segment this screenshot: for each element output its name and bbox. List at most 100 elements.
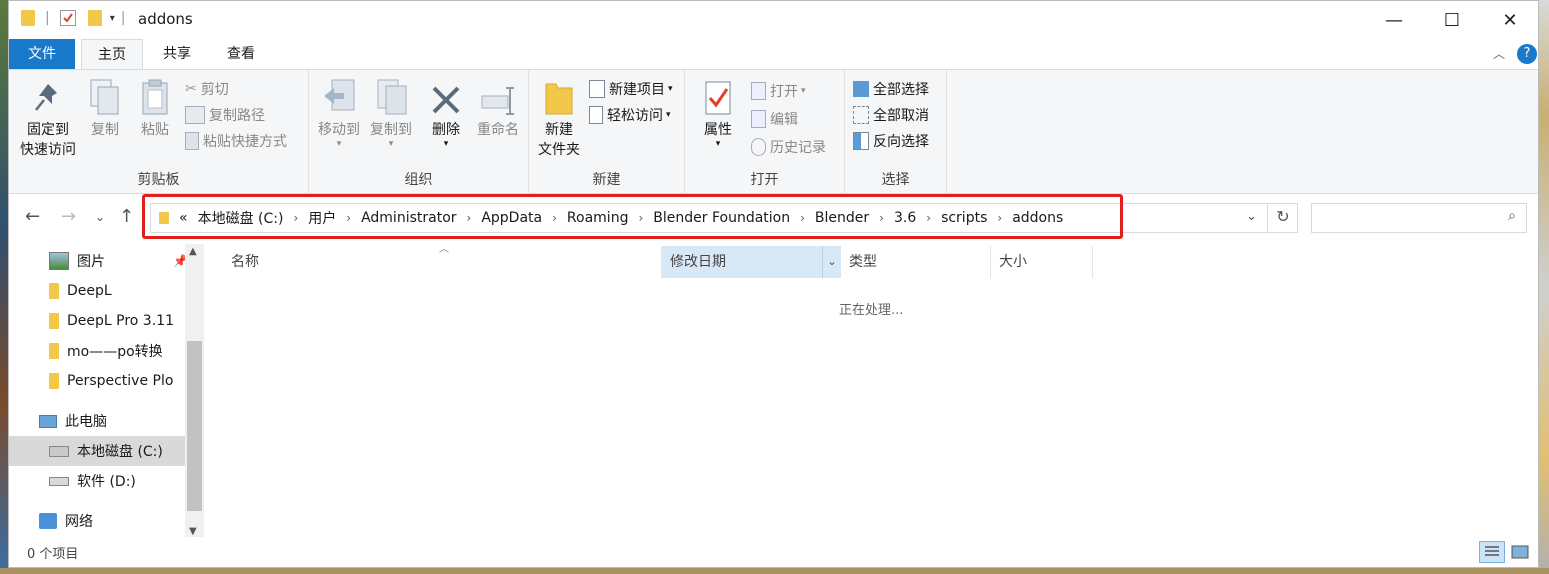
- column-header-name[interactable]: 名称: [231, 246, 661, 278]
- nav-scrollbar[interactable]: ▲ ▼: [185, 244, 204, 539]
- paste-button[interactable]: 粘贴: [133, 78, 177, 140]
- details-view-icon[interactable]: [1479, 541, 1505, 563]
- scroll-down-icon[interactable]: ▼: [189, 526, 197, 537]
- select-all-label: 全部选择: [873, 82, 929, 98]
- nav-item-deepl[interactable]: DeepL: [49, 278, 112, 304]
- open-button[interactable]: 打开 ▾: [751, 80, 806, 102]
- history-button[interactable]: 历史记录: [751, 136, 826, 158]
- new-group-label: 新建: [592, 172, 621, 188]
- delete-button[interactable]: 删除 ▾: [425, 78, 467, 149]
- scroll-up-icon[interactable]: ▲: [189, 246, 197, 257]
- close-button[interactable]: ✕: [1481, 1, 1539, 39]
- new-folder-button[interactable]: 新建 文件夹: [533, 78, 585, 160]
- rename-label: 重命名: [477, 122, 519, 138]
- properties-icon[interactable]: [59, 10, 76, 26]
- refresh-icon[interactable]: ↻: [1267, 203, 1298, 233]
- select-all-icon: [853, 81, 869, 97]
- drive-d-icon: [49, 476, 69, 486]
- rename-button[interactable]: 重命名: [471, 78, 525, 140]
- move-to-icon: [321, 78, 357, 116]
- select-group-label: 选择: [881, 172, 910, 188]
- forward-arrow-icon[interactable]: →: [61, 206, 76, 227]
- nav-item-label: mo——po转换: [67, 344, 163, 360]
- ribbon: 固定到 快速访问 复制 粘贴 ✂ 剪切 复制路径 粘贴快捷方式 剪贴板 移动到 …: [9, 69, 1538, 194]
- nav-item-drive-d[interactable]: 软件 (D:): [49, 468, 136, 494]
- search-icon: ⌕: [1508, 208, 1516, 224]
- pin-label: 固定到: [27, 122, 69, 138]
- recent-locations-icon[interactable]: ⌄: [95, 210, 105, 224]
- nav-item-this-pc[interactable]: 此电脑: [39, 408, 107, 434]
- tab-file[interactable]: 文件: [9, 39, 75, 69]
- dropdown-arrow-icon: ▾: [801, 86, 806, 96]
- desktop-left-edge: [0, 0, 8, 574]
- pin-to-quick-access-button[interactable]: 固定到 快速访问: [17, 78, 79, 160]
- properties-icon: [700, 78, 736, 116]
- help-icon[interactable]: ?: [1517, 44, 1537, 64]
- paste-shortcut-button[interactable]: 粘贴快捷方式: [185, 130, 287, 152]
- chevron-down-icon[interactable]: ⌄: [822, 246, 841, 278]
- invert-selection-button[interactable]: 反向选择: [853, 130, 929, 152]
- move-to-button[interactable]: 移动到 ▾: [313, 78, 365, 149]
- ribbon-tabs: 文件 主页 共享 查看 ︿ ?: [9, 39, 1538, 69]
- paste-icon: [137, 78, 173, 116]
- navigation-pane: 图片 📌 DeepL DeepL Pro 3.11 mo——po转换 Persp…: [9, 244, 205, 539]
- nav-item-mo-po[interactable]: mo——po转换: [49, 338, 163, 364]
- easy-access-icon: [589, 106, 603, 124]
- collapse-ribbon-icon[interactable]: ︿: [1493, 45, 1505, 62]
- scrollbar-thumb[interactable]: [187, 341, 202, 511]
- new-item-label: 新建项目: [609, 82, 665, 98]
- nav-item-deepl-pro[interactable]: DeepL Pro 3.11: [49, 308, 174, 334]
- clipboard-group-label: 剪贴板: [137, 172, 180, 188]
- open-group-label: 打开: [750, 172, 779, 188]
- paste-label: 粘贴: [141, 122, 169, 138]
- copy-to-button[interactable]: 复制到 ▾: [365, 78, 417, 149]
- clipboard-group: 固定到 快速访问 复制 粘贴 ✂ 剪切 复制路径 粘贴快捷方式 剪贴板: [9, 70, 309, 193]
- up-arrow-icon[interactable]: ↑: [119, 206, 134, 227]
- folder-icon: [49, 343, 59, 359]
- computer-icon: [39, 414, 57, 428]
- edit-button[interactable]: 编辑: [751, 108, 798, 130]
- column-header-type[interactable]: 类型: [849, 246, 991, 278]
- nav-item-drive-c[interactable]: 本地磁盘 (C:): [49, 438, 163, 464]
- large-icons-view-icon[interactable]: [1509, 542, 1531, 562]
- copy-to-label: 复制到: [370, 122, 412, 138]
- search-input[interactable]: ⌕: [1311, 203, 1527, 233]
- address-dropdown-icon[interactable]: ⌄: [1246, 209, 1257, 224]
- invert-selection-label: 反向选择: [873, 134, 929, 150]
- nav-item-perspective[interactable]: Perspective Plo: [49, 368, 185, 394]
- copy-label: 复制: [91, 122, 119, 138]
- cut-button[interactable]: ✂ 剪切: [185, 78, 229, 100]
- folder-icon: [21, 10, 35, 26]
- file-list: ︿ 名称 修改日期 ⌄ 类型 大小 正在处理...: [205, 244, 1539, 539]
- new-folder-icon[interactable]: [87, 10, 102, 26]
- tab-share[interactable]: 共享: [149, 39, 205, 69]
- back-arrow-icon[interactable]: ←: [25, 206, 40, 227]
- copy-button[interactable]: 复制: [83, 78, 127, 140]
- customize-toolbar-icon[interactable]: ▾: [110, 13, 115, 24]
- select-group: 全部选择 全部取消 反向选择 选择: [845, 70, 947, 193]
- tab-view[interactable]: 查看: [213, 39, 269, 69]
- select-none-button[interactable]: 全部取消: [853, 104, 929, 126]
- column-header-modified[interactable]: 修改日期 ⌄: [661, 246, 841, 278]
- toolbar-divider: |: [45, 10, 50, 26]
- copy-path-button[interactable]: 复制路径: [185, 104, 265, 126]
- column-header-label: 修改日期: [670, 254, 726, 270]
- new-item-button[interactable]: 新建项目 ▾: [589, 78, 673, 100]
- properties-button[interactable]: 属性 ▾: [697, 78, 739, 149]
- select-all-button[interactable]: 全部选择: [853, 78, 929, 100]
- dropdown-arrow-icon: ▾: [443, 139, 449, 149]
- nav-item-label: 图片: [77, 254, 105, 270]
- open-icon: [751, 82, 766, 100]
- column-header-size[interactable]: 大小: [999, 246, 1093, 278]
- easy-access-button[interactable]: 轻松访问 ▾: [589, 104, 671, 126]
- new-folder-label: 新建: [545, 122, 573, 138]
- easy-access-label: 轻松访问: [607, 108, 663, 124]
- nav-item-pictures[interactable]: 图片 📌: [49, 248, 188, 274]
- select-none-icon: [853, 106, 869, 124]
- pin-label-line2: 快速访问: [20, 142, 76, 158]
- tab-home[interactable]: 主页: [81, 39, 143, 69]
- minimize-button[interactable]: —: [1365, 1, 1423, 39]
- history-label: 历史记录: [770, 140, 826, 156]
- maximize-button[interactable]: ☐: [1423, 1, 1481, 39]
- nav-item-network[interactable]: 网络: [39, 508, 93, 534]
